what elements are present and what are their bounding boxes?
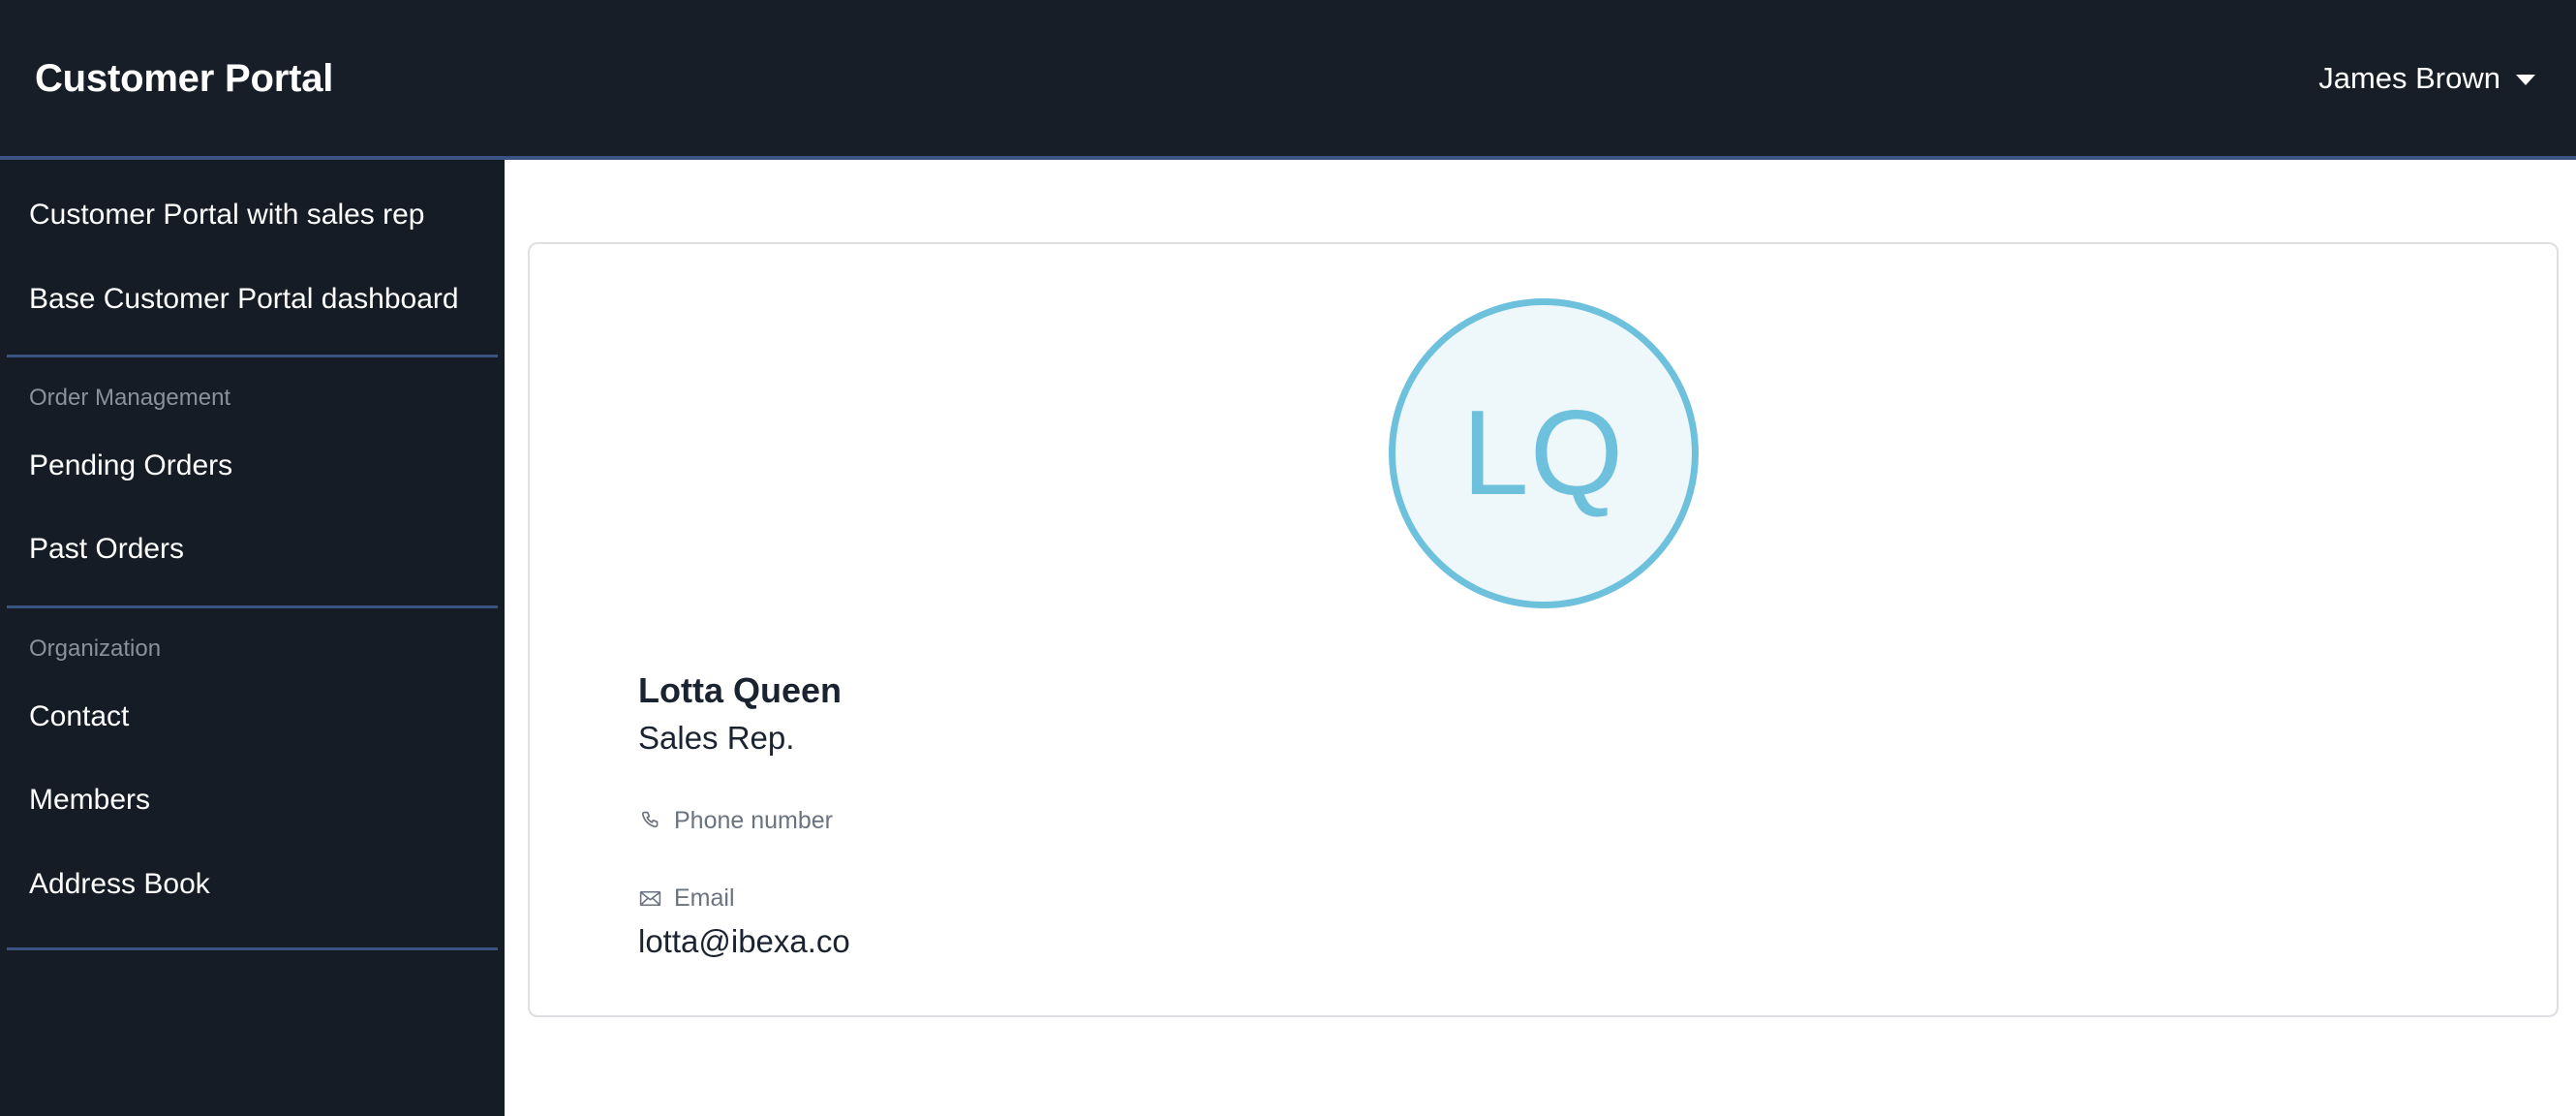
email-label: Email <box>674 884 735 913</box>
sidebar-item-past-orders[interactable]: Past Orders <box>0 508 505 592</box>
avatar-initials: LQ <box>1461 387 1625 520</box>
sidebar-divider <box>7 947 498 951</box>
sidebar-section-organization: Organization <box>29 635 162 662</box>
sidebar-divider <box>7 604 498 608</box>
phone-label: Phone number <box>674 807 834 835</box>
sidebar: Customer Portal with sales rep Base Cust… <box>0 160 505 1116</box>
email-field-label-row: Email <box>638 884 2557 913</box>
envelope-icon <box>638 886 662 911</box>
contact-details: Lotta Queen Sales Rep. Phone number Emai… <box>530 608 2557 963</box>
sidebar-item-base-customer-portal-dashboard[interactable]: Base Customer Portal dashboard <box>0 258 505 342</box>
email-field: Email lotta@ibexa.co <box>638 884 2557 963</box>
page-title: Customer Portal <box>35 56 334 100</box>
chevron-down-icon <box>2516 75 2535 85</box>
phone-field-label-row: Phone number <box>638 806 2557 835</box>
phone-icon <box>638 809 662 833</box>
sidebar-item-address-book[interactable]: Address Book <box>0 843 505 927</box>
sidebar-item-contact[interactable]: Contact <box>0 675 505 760</box>
contact-role: Sales Rep. <box>638 720 795 756</box>
app-header: Customer Portal James Brown <box>0 0 2576 160</box>
sidebar-section-order-management: Order Management <box>29 385 231 411</box>
avatar-container: LQ <box>530 244 2557 608</box>
sidebar-item-members[interactable]: Members <box>0 759 505 843</box>
sidebar-divider <box>7 355 498 357</box>
main-content: LQ Lotta Queen Sales Rep. Phone number E… <box>505 160 2576 1116</box>
sidebar-item-pending-orders[interactable]: Pending Orders <box>0 424 505 509</box>
contact-name: Lotta Queen <box>638 670 843 710</box>
user-menu-label: James Brown <box>2318 60 2500 95</box>
avatar: LQ <box>1388 298 1699 608</box>
sales-rep-card: LQ Lotta Queen Sales Rep. Phone number E… <box>528 242 2559 1017</box>
user-menu-button[interactable]: James Brown <box>2318 61 2541 96</box>
email-value[interactable]: lotta@ibexa.co <box>638 921 2557 963</box>
sidebar-item-customer-portal-with-sales-rep[interactable]: Customer Portal with sales rep <box>0 173 505 258</box>
app-root: Customer Portal James Brown Customer Por… <box>0 0 2576 1116</box>
phone-field: Phone number <box>638 806 2557 835</box>
